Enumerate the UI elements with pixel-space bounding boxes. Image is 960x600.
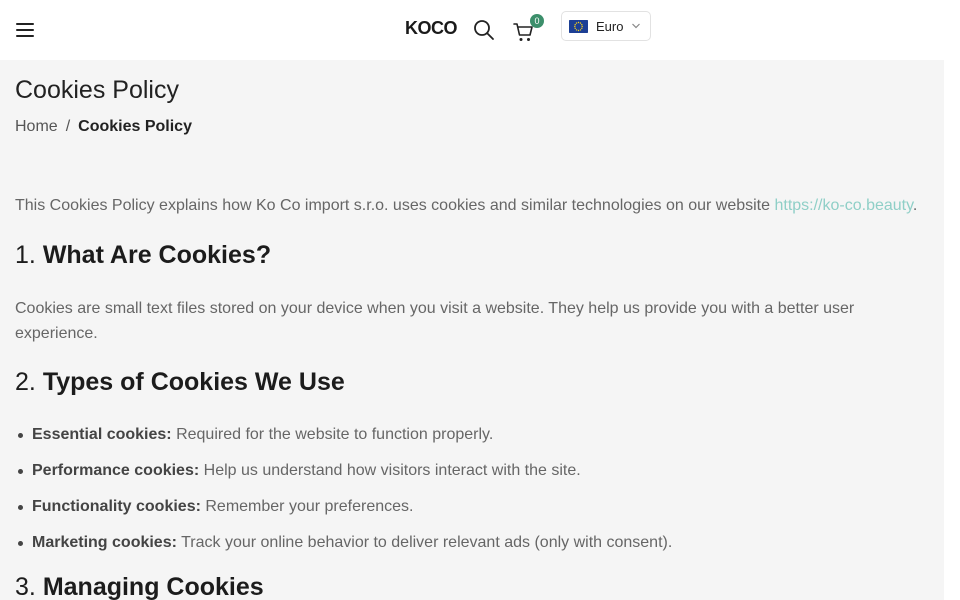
- list-item: Functionality cookies: Remember your pre…: [15, 497, 915, 533]
- section-1-number: 1.: [15, 241, 36, 269]
- breadcrumb-home-link[interactable]: Home: [15, 118, 58, 135]
- list-item: Performance cookies: Help us understand …: [15, 461, 915, 497]
- intro-text: This Cookies Policy explains how Ko Co i…: [15, 197, 775, 214]
- currency-label: Euro: [596, 19, 624, 34]
- list-item-label: Essential cookies:: [32, 426, 172, 443]
- breadcrumb: Home / Cookies Policy: [15, 118, 192, 136]
- intro-paragraph: This Cookies Policy explains how Ko Co i…: [15, 197, 917, 215]
- search-icon[interactable]: [472, 18, 496, 42]
- list-item-text: Track your online behavior to deliver re…: [176, 534, 673, 551]
- main-content: Cookies Policy Home / Cookies Policy This …: [0, 60, 944, 600]
- section-3-heading: 3. Managing Cookies: [15, 573, 264, 600]
- website-link[interactable]: https://ko-co.beauty: [774, 197, 912, 214]
- section-2-number: 2.: [15, 368, 36, 396]
- list-item: Essential cookies: Required for the webs…: [15, 425, 915, 461]
- section-1-title: What Are Cookies?: [42, 241, 272, 269]
- list-item-label: Functionality cookies:: [32, 498, 201, 515]
- cart-count-badge: 0: [530, 14, 544, 28]
- list-item-text: Remember your preferences.: [200, 498, 414, 515]
- eu-flag-icon: [569, 20, 588, 33]
- site-logo[interactable]: KOCO: [405, 18, 458, 39]
- hamburger-menu-icon[interactable]: [14, 20, 36, 40]
- site-header: KOCO 0 Euro: [0, 0, 960, 60]
- section-1-heading: 1. What Are Cookies?: [15, 241, 271, 270]
- currency-selector[interactable]: Euro: [561, 11, 651, 41]
- breadcrumb-current: Cookies Policy: [78, 118, 192, 135]
- list-item: Marketing cookies: Track your online beh…: [15, 533, 915, 569]
- chevron-down-icon: [632, 23, 640, 29]
- breadcrumb-separator: /: [65, 118, 71, 135]
- list-item-text: Help us understand how visitors interact…: [199, 462, 581, 479]
- intro-end: .: [912, 197, 918, 214]
- section-2-heading: 2. Types of Cookies We Use: [15, 368, 345, 397]
- page-title: Cookies Policy: [15, 76, 179, 104]
- list-item-label: Performance cookies:: [32, 462, 200, 479]
- list-item-text: Required for the website to function pro…: [171, 426, 494, 443]
- section-3-title: Managing Cookies: [42, 573, 264, 600]
- cart-button[interactable]: 0: [512, 14, 544, 44]
- section-1-body: Cookies are small text files stored on y…: [15, 300, 855, 342]
- section-2-title: Types of Cookies We Use: [42, 368, 345, 396]
- list-item-label: Marketing cookies:: [32, 534, 177, 551]
- section-3-number: 3.: [15, 573, 36, 600]
- cookie-types-list: Essential cookies: Required for the webs…: [15, 425, 915, 569]
